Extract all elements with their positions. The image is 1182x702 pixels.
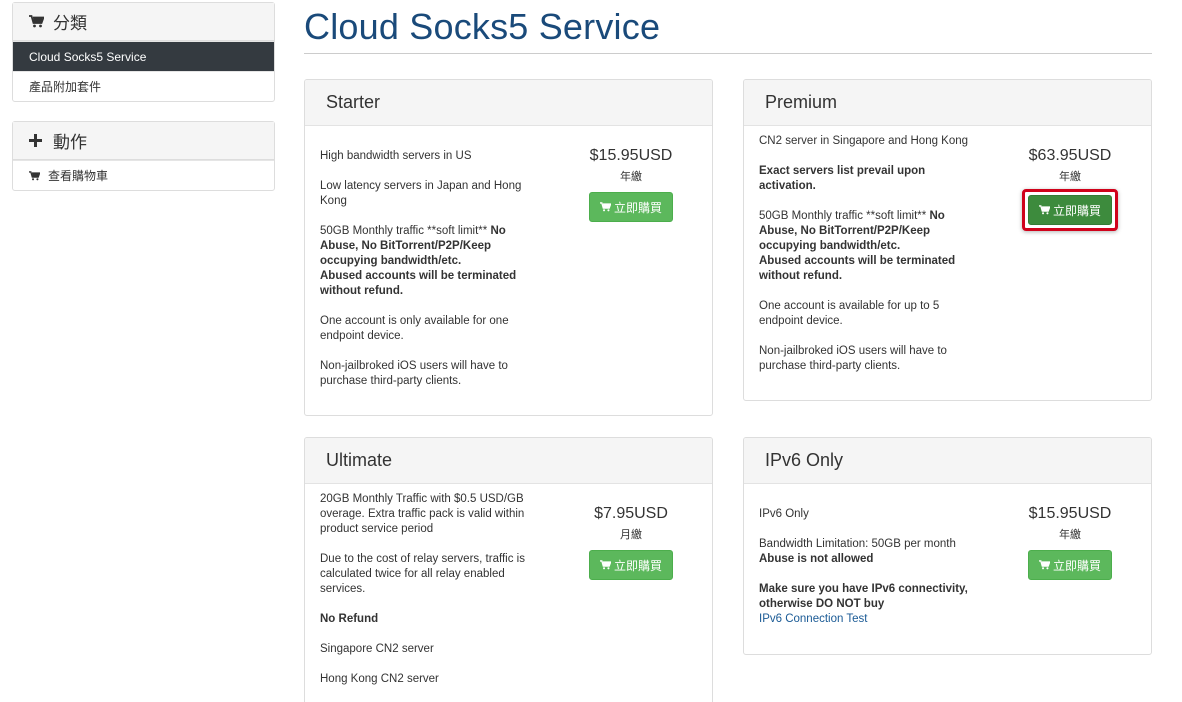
buy-now-button[interactable]: 立即購買 bbox=[1028, 550, 1112, 580]
cart-icon bbox=[599, 560, 611, 570]
desc-line: Low latency servers in Japan and Hong Ko… bbox=[320, 180, 522, 207]
desc-line: High bandwidth servers in US bbox=[320, 150, 472, 162]
product-card-premium: Premium CN2 server in Singapore and Hong… bbox=[743, 79, 1152, 401]
desc-line: Due to the cost of relay servers, traffi… bbox=[320, 553, 525, 595]
desc-line: Bandwidth Limitation: 50GB per month bbox=[759, 538, 956, 550]
desc-block: Make sure you have IPv6 connectivity, ot… bbox=[759, 582, 971, 627]
buy-button-label: 立即購買 bbox=[1052, 558, 1101, 573]
desc-line: One account is available for up to 5 end… bbox=[759, 300, 940, 327]
cart-icon bbox=[1038, 205, 1050, 215]
desc-line: 20GB Monthly Traffic with $0.5 USD/GB ov… bbox=[320, 493, 525, 535]
actions-title: 動作 bbox=[53, 133, 87, 152]
sidebar-item-label: Cloud Socks5 Service bbox=[29, 49, 147, 64]
desc-block: 50GB Monthly traffic **soft limit** No A… bbox=[320, 224, 532, 299]
product-description: 20GB Monthly Traffic with $0.5 USD/GB ov… bbox=[320, 492, 532, 702]
cart-icon bbox=[29, 170, 40, 181]
billing-cycle: 年繳 bbox=[1059, 529, 1081, 541]
desc-line: 50GB Monthly traffic **soft limit** bbox=[320, 225, 491, 237]
product-card-starter: Starter High bandwidth servers in US Low… bbox=[304, 79, 713, 416]
actions-header: 動作 bbox=[13, 122, 274, 160]
highlight-box: 立即購買 bbox=[1022, 189, 1118, 231]
product-description: CN2 server in Singapore and Hong Kong Ex… bbox=[759, 134, 971, 389]
product-card-ultimate: Ultimate 20GB Monthly Traffic with $0.5 … bbox=[304, 437, 713, 702]
sidebar-item-view-cart[interactable]: 查看購物車 bbox=[13, 160, 274, 190]
desc-bold: Make sure you have IPv6 connectivity, ot… bbox=[759, 583, 968, 610]
product-description: IPv6 Only Bandwidth Limitation: 50GB per… bbox=[759, 507, 971, 642]
product-name: Ultimate bbox=[305, 438, 712, 484]
product-name: IPv6 Only bbox=[744, 438, 1151, 484]
desc-line: Hong Kong CN2 server bbox=[320, 673, 439, 685]
buy-button-label: 立即購買 bbox=[613, 200, 662, 215]
product-price: $15.95USD bbox=[589, 147, 673, 164]
buy-now-button[interactable]: 立即購買 bbox=[1028, 195, 1112, 225]
desc-bold: Abused accounts will be terminated witho… bbox=[759, 255, 956, 282]
product-name: Starter bbox=[305, 80, 712, 126]
sidebar-item-cloud-socks5[interactable]: Cloud Socks5 Service bbox=[13, 41, 274, 71]
product-price: $7.95USD bbox=[594, 505, 668, 522]
cart-icon bbox=[599, 202, 611, 212]
categories-panel: 分類 Cloud Socks5 Service 產品附加套件 bbox=[12, 2, 275, 102]
cart-icon bbox=[1038, 560, 1050, 570]
buy-button-label: 立即購買 bbox=[1052, 203, 1101, 218]
desc-line: Singapore CN2 server bbox=[320, 643, 434, 655]
categories-title: 分類 bbox=[53, 14, 87, 33]
desc-bold: Abused accounts will be terminated witho… bbox=[320, 270, 517, 297]
price-box: $15.95USD 年繳 立即購買 bbox=[1020, 505, 1120, 580]
price-box: $7.95USD 月繳 立即購買 bbox=[581, 505, 681, 580]
title-divider bbox=[304, 53, 1152, 54]
buy-now-button[interactable]: 立即購買 bbox=[589, 192, 673, 222]
desc-block: No Refund bbox=[320, 612, 532, 627]
desc-line: Non-jailbroked iOS users will have to pu… bbox=[320, 360, 508, 387]
sidebar-item-label: 產品附加套件 bbox=[29, 80, 102, 94]
product-price: $15.95USD bbox=[1028, 505, 1112, 522]
categories-header: 分類 bbox=[13, 3, 274, 41]
cart-icon bbox=[29, 15, 47, 28]
billing-cycle: 年繳 bbox=[620, 171, 642, 183]
billing-cycle: 年繳 bbox=[1059, 171, 1081, 183]
desc-bold: Exact servers list prevail upon activati… bbox=[759, 165, 926, 192]
product-price: $63.95USD bbox=[1028, 147, 1112, 164]
product-name: Premium bbox=[744, 80, 1151, 126]
actions-panel: 動作 查看購物車 bbox=[12, 121, 275, 191]
sidebar-item-addons[interactable]: 產品附加套件 bbox=[13, 71, 274, 101]
desc-block: Bandwidth Limitation: 50GB per month Abus… bbox=[759, 537, 971, 567]
desc-line: CN2 server in Singapore and Hong Kong bbox=[759, 135, 969, 147]
page-title: Cloud Socks5 Service bbox=[304, 6, 661, 47]
product-description: High bandwidth servers in US Low latency… bbox=[320, 149, 532, 404]
desc-line: Non-jailbroked iOS users will have to pu… bbox=[759, 345, 947, 372]
ipv6-connection-test-link[interactable]: IPv6 Connection Test bbox=[759, 613, 867, 625]
desc-line: 50GB Monthly traffic **soft limit** bbox=[759, 210, 930, 222]
buy-now-button[interactable]: 立即購買 bbox=[589, 550, 673, 580]
product-card-ipv6-only: IPv6 Only IPv6 Only Bandwidth Limitation… bbox=[743, 437, 1152, 655]
desc-block: Exact servers list prevail upon activati… bbox=[759, 164, 971, 194]
desc-line: IPv6 Only bbox=[759, 508, 809, 520]
billing-cycle: 月繳 bbox=[620, 529, 642, 541]
desc-bold: Abuse is not allowed bbox=[759, 553, 874, 565]
desc-bold: No Refund bbox=[320, 613, 379, 625]
plus-icon bbox=[29, 134, 47, 147]
desc-line: One account is only available for one en… bbox=[320, 315, 509, 342]
buy-button-label: 立即購買 bbox=[613, 558, 662, 573]
desc-block: 50GB Monthly traffic **soft limit** No A… bbox=[759, 209, 971, 284]
sidebar-item-label: 查看購物車 bbox=[48, 169, 109, 183]
price-box: $15.95USD 年繳 立即購買 bbox=[581, 147, 681, 222]
price-box: $63.95USD 年繳 立即購買 bbox=[1020, 147, 1120, 231]
